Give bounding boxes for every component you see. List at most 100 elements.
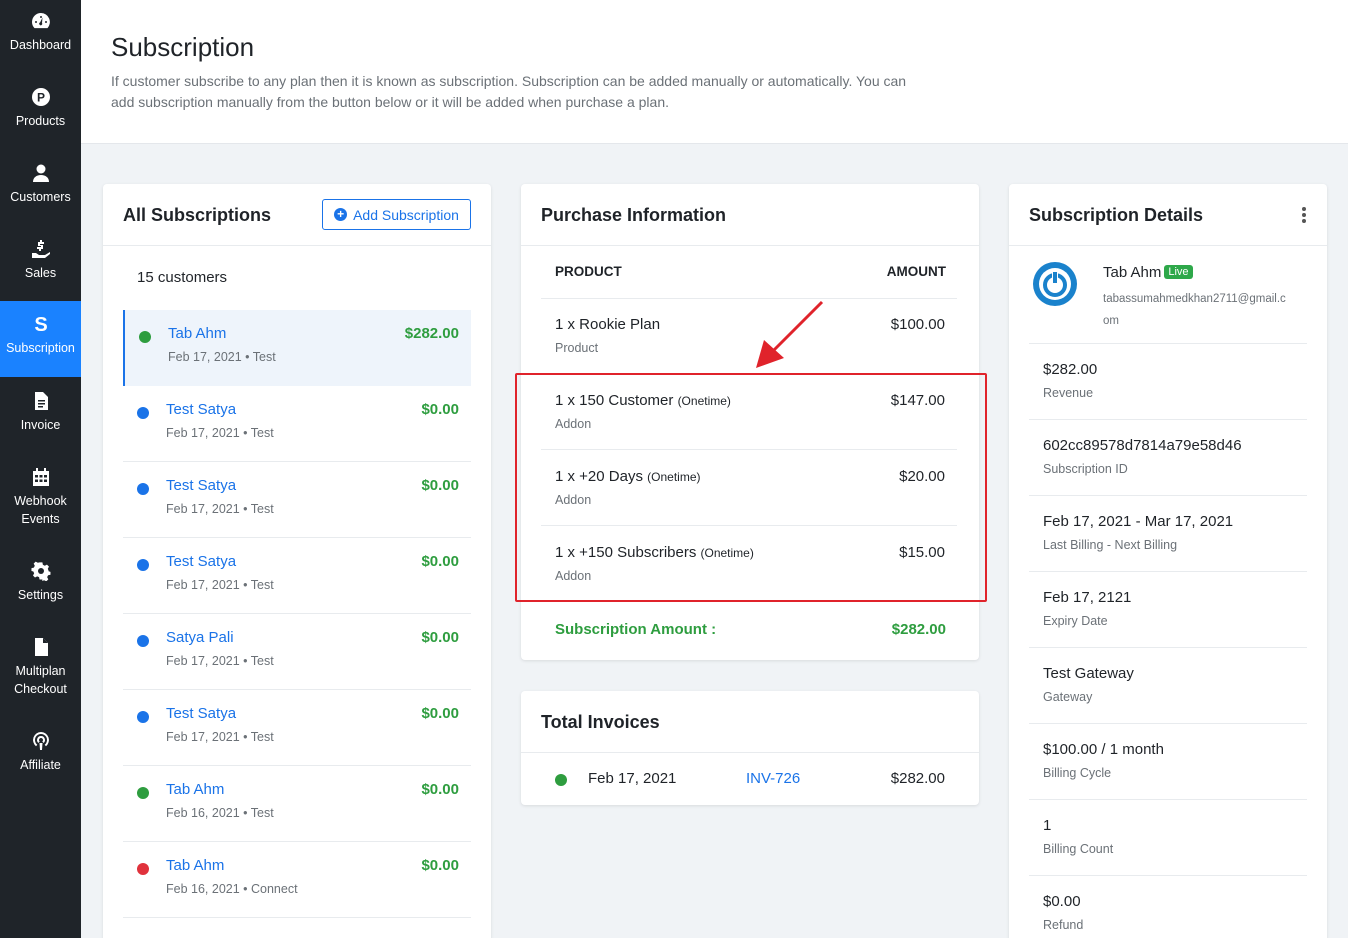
subscriber-name[interactable]: Test Satya <box>166 705 236 722</box>
file-icon <box>30 636 52 658</box>
customers-icon <box>30 162 52 184</box>
subscription-meta: Feb 17, 2021 • Test <box>166 730 274 744</box>
subscriber-name[interactable]: Test Satya <box>166 401 236 418</box>
status-badge: Live <box>1164 265 1193 279</box>
sidebar-item-settings[interactable]: Settings <box>0 560 81 620</box>
plus-icon: + <box>334 208 348 221</box>
sidebar: Dashboard P Products Customers Sales S S… <box>0 0 81 938</box>
subscription-date: Feb 17, 2021 <box>166 578 240 592</box>
subscription-row[interactable]: Test Satya Feb 17, 2021 • Test $0.00 <box>123 386 471 462</box>
detail-label: Refund <box>1043 918 1084 932</box>
detail-row: $0.00 Refund <box>1029 876 1307 938</box>
status-dot <box>139 331 151 343</box>
detail-value: 1 <box>1043 817 1052 834</box>
detail-row: $282.00 Revenue <box>1029 344 1307 420</box>
subscription-date: Feb 17, 2021 <box>166 654 240 668</box>
customer-email: tabassumahmedkhan2711@gmail.c om <box>1103 288 1286 332</box>
subscriber-name[interactable]: Tab Ahm <box>166 857 224 874</box>
subscription-row[interactable]: Test Satya Feb 17, 2021 • Test $0.00 <box>123 462 471 538</box>
customer-name[interactable]: Tab Ahm <box>1103 264 1161 281</box>
subscription-row[interactable]: Tab Ahm Feb 16, 2021 • Connect $0.00 <box>123 842 471 918</box>
subscription-mode: • Test <box>243 578 274 592</box>
detail-label: Revenue <box>1043 386 1094 400</box>
email-line: om <box>1103 315 1119 327</box>
divider <box>1009 245 1327 246</box>
invoice-date: Feb 17, 2021 <box>588 770 677 787</box>
subscription-date: Feb 17, 2021 <box>166 730 240 744</box>
subscriber-name[interactable]: Satya Pali <box>166 629 234 646</box>
subscription-amount: $0.00 <box>421 553 459 570</box>
subscription-row[interactable]: Tab Ahm Feb 17, 2021 • Test $282.00 <box>123 310 471 386</box>
subscription-date: Feb 16, 2021 <box>166 806 240 820</box>
gear-icon <box>30 560 52 582</box>
sidebar-item-sales[interactable]: Sales <box>0 238 81 298</box>
subscription-meta: Feb 16, 2021 • Connect <box>166 882 298 896</box>
detail-row: 1 Billing Count <box>1029 800 1307 876</box>
status-dot <box>137 483 149 495</box>
detail-label: Subscription ID <box>1043 462 1128 476</box>
line-type: Product <box>555 341 599 355</box>
more-options-icon[interactable] <box>1298 206 1310 224</box>
detail-value: Test Gateway <box>1043 665 1134 682</box>
avatar <box>1033 262 1077 306</box>
subscription-details-card: Subscription Details Tab Ahm Live tabassu… <box>1009 184 1327 938</box>
page-description: If customer subscribe to any plan then i… <box>111 73 907 110</box>
subscription-mode: • Test <box>243 654 274 668</box>
subscription-amount: $0.00 <box>421 401 459 418</box>
sidebar-item-label: Invoice <box>20 418 61 432</box>
detail-row: $100.00 / 1 month Billing Cycle <box>1029 724 1307 800</box>
invoice-number-link[interactable]: INV-726 <box>746 770 800 787</box>
status-dot <box>137 711 149 723</box>
sidebar-item-products[interactable]: P Products <box>0 86 81 146</box>
subscription-meta: Feb 17, 2021 • Test <box>166 502 274 516</box>
sidebar-item-invoice[interactable]: Invoice <box>0 390 81 450</box>
detail-row: Feb 17, 2021 - Mar 17, 2021 Last Billing … <box>1029 496 1307 572</box>
subscription-icon: S <box>30 313 52 335</box>
subscriber-name[interactable]: Tab Ahm <box>168 325 226 342</box>
subscription-meta: Feb 17, 2021 • Test <box>166 578 274 592</box>
subscriber-name[interactable]: Test Satya <box>166 477 236 494</box>
subscription-row[interactable]: Test Satya Feb 17, 2021 • Test $0.00 <box>123 538 471 614</box>
sidebar-item-label: Customers <box>10 190 71 204</box>
line-product-name: 1 x Rookie Plan <box>555 316 661 333</box>
detail-value: $282.00 <box>1043 361 1098 378</box>
subscription-row[interactable]: Test Satya Feb 17, 2021 • Test $0.00 <box>123 690 471 766</box>
status-dot <box>137 863 149 875</box>
sidebar-item-label: Webhook Events <box>14 494 67 526</box>
subscription-amount-value: $282.00 <box>891 621 946 638</box>
detail-label: Last Billing - Next Billing <box>1043 538 1178 552</box>
card-title: Total Invoices <box>541 712 660 732</box>
customer-count: 15 customers <box>137 269 228 286</box>
subscription-row[interactable]: Tab Ahm Feb 16, 2021 • Test $0.00 <box>123 766 471 842</box>
page-header: Subscription If customer subscribe to an… <box>81 0 1348 144</box>
sidebar-item-dashboard[interactable]: Dashboard <box>0 10 81 70</box>
column-header-amount: AMOUNT <box>886 264 946 279</box>
subscription-amount: $0.00 <box>421 781 459 798</box>
sidebar-item-multiplan-checkout[interactable]: Multiplan Checkout <box>0 636 81 708</box>
line-product: 1 x Rookie Plan <box>555 316 660 333</box>
subscription-row[interactable]: Satya Pali Feb 17, 2021 • Test $0.00 <box>123 614 471 690</box>
highlight-box <box>515 373 987 602</box>
detail-label: Billing Cycle <box>1043 766 1112 780</box>
subscription-meta: Feb 17, 2021 • Test <box>166 426 274 440</box>
svg-text:P: P <box>36 91 44 105</box>
card-title: All Subscriptions <box>123 205 272 225</box>
column-header-product: PRODUCT <box>555 264 622 279</box>
sidebar-item-customers[interactable]: Customers <box>0 162 81 222</box>
subscription-date: Feb 17, 2021 <box>168 350 242 364</box>
detail-row: 602cc89578d7814a79e58d46 Subscription ID <box>1029 420 1307 496</box>
subscription-amount: $282.00 <box>404 325 459 342</box>
status-dot <box>137 635 149 647</box>
detail-value: $0.00 <box>1043 893 1081 910</box>
line-amount: $100.00 <box>890 316 945 333</box>
sidebar-item-label: Subscription <box>6 341 75 355</box>
detail-value: Feb 17, 2021 - Mar 17, 2021 <box>1043 513 1234 530</box>
add-subscription-button[interactable]: + Add Subscription <box>322 199 471 230</box>
subscriber-name[interactable]: Test Satya <box>166 553 236 570</box>
sidebar-item-subscription[interactable]: S Subscription <box>0 301 81 377</box>
sidebar-item-webhook-events[interactable]: Webhook Events <box>0 466 81 538</box>
sidebar-item-affiliate[interactable]: Affiliate <box>0 730 81 790</box>
purchase-line: 1 x Rookie Plan Product $100.00 <box>541 298 957 374</box>
invoice-row[interactable]: Feb 17, 2021 INV-726 $282.00 <box>541 753 957 805</box>
subscriber-name[interactable]: Tab Ahm <box>166 781 224 798</box>
